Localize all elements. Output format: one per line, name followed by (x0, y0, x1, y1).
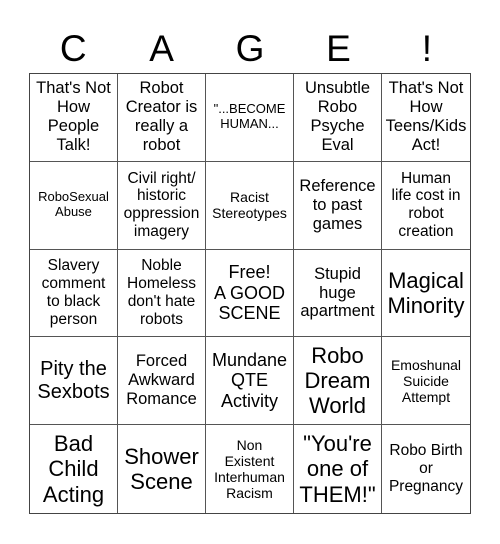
header-letter-a: A (149, 28, 174, 69)
bingo-grid: That's Not How People Talk! Robot Creato… (29, 73, 471, 514)
bingo-cell[interactable]: Human life cost in robot creation (382, 162, 470, 250)
header-letter-g: G (235, 28, 265, 69)
bingo-cell[interactable]: Shower Scene (118, 425, 206, 513)
bingo-cell[interactable]: Civil right/ historic oppression imagery (118, 161, 206, 250)
bingo-cell[interactable]: Robo Birth or Pregnancy (382, 425, 470, 513)
bingo-cell[interactable]: Magical Minority (382, 250, 470, 338)
bingo-cell[interactable]: Forced Awkward Romance (118, 337, 206, 426)
bingo-cell[interactable]: That's Not How Teens/Kids Act! (382, 74, 470, 162)
header-letter-c: C (59, 28, 87, 69)
bingo-cell[interactable]: Robot Creator is really a robot (118, 74, 206, 162)
bingo-cell[interactable]: Slavery comment to black person (30, 249, 118, 338)
free-space-cell[interactable]: Free! A GOOD SCENE (206, 249, 294, 338)
bingo-cell[interactable]: Racist Stereotypes (206, 161, 294, 250)
bingo-cell[interactable]: That's Not How People Talk! (30, 74, 118, 162)
bingo-header: C A G E ! (29, 26, 471, 72)
bingo-cell[interactable]: Emoshunal Suicide Attempt (382, 337, 470, 426)
bingo-cell[interactable]: Robo Dream World (294, 337, 382, 426)
bingo-cell[interactable]: Mundane QTE Activity (206, 337, 294, 426)
bingo-cell[interactable]: Bad Child Acting (30, 425, 118, 513)
bingo-cell[interactable]: "...BECOME HUMAN... (206, 74, 294, 162)
header-letter-exclamation: ! (421, 28, 432, 69)
bingo-cell[interactable]: Unsubtle Robo Psyche Eval (294, 74, 382, 162)
bingo-cell[interactable]: Stupid huge apartment (294, 249, 382, 338)
bingo-cell[interactable]: Noble Homeless don't hate robots (118, 249, 206, 338)
header-letter-e: E (326, 28, 351, 69)
bingo-cell[interactable]: Reference to past games (294, 161, 382, 250)
bingo-cell[interactable]: "You're one of THEM!" (294, 425, 382, 513)
bingo-cell[interactable]: RoboSexual Abuse (30, 161, 118, 250)
bingo-cell[interactable]: Pity the Sexbots (30, 337, 118, 426)
bingo-cell[interactable]: Non Existent Interhuman Racism (206, 425, 294, 513)
